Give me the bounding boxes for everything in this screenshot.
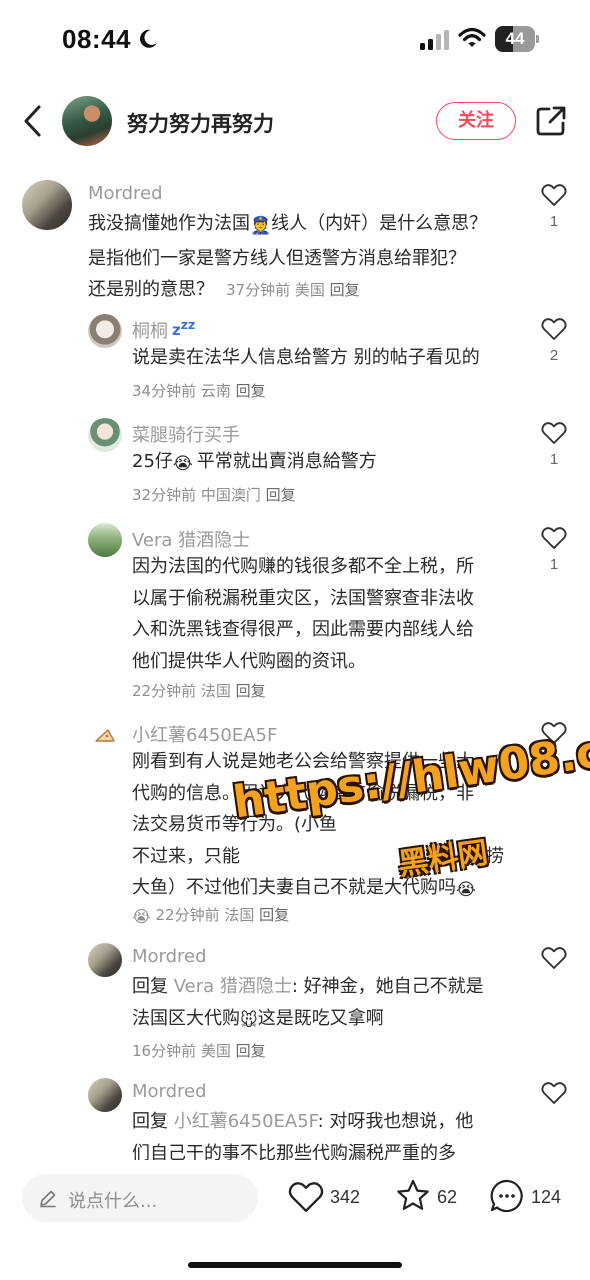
comment-author[interactable]: Vera 猎酒隐士: [132, 526, 250, 552]
like-button[interactable]: 1: [540, 421, 568, 468]
heart-icon: [541, 527, 567, 549]
comment-meta: 37分钟前 美国: [226, 281, 325, 299]
collect-count: 62: [437, 1187, 458, 1207]
avatar[interactable]: [88, 418, 122, 452]
comment-author[interactable]: 桐桐 zzz: [132, 317, 195, 343]
avatar[interactable]: [88, 1078, 122, 1112]
back-icon[interactable]: [20, 104, 46, 138]
comment-meta-row: 22分钟前 法国 回复: [132, 682, 266, 700]
comment-author[interactable]: Mordred: [132, 1081, 207, 1102]
author-name[interactable]: 努力努力再努力: [127, 108, 274, 138]
status-bar: 08:44 44: [0, 0, 590, 80]
avatar[interactable]: [88, 718, 122, 752]
like-count: 342: [330, 1187, 361, 1207]
comment-meta-row: 32分钟前 中国澳门 回复: [132, 486, 296, 504]
crying-emoji: 😭: [172, 454, 193, 474]
heart-icon: [541, 318, 567, 340]
post-header: 努力努力再努力 关注: [0, 88, 590, 154]
comment-author[interactable]: 菜腿骑行买手: [132, 421, 240, 447]
home-indicator[interactable]: [188, 1262, 402, 1268]
comment-meta-row: 16分钟前 美国 回复: [132, 1042, 266, 1060]
wifi-icon: [458, 27, 486, 47]
share-icon[interactable]: [534, 104, 568, 138]
signal-icon: [420, 30, 449, 50]
reply-button[interactable]: 回复: [236, 382, 266, 400]
comment-text[interactable]: 我没搞懂她作为法国👮线人（内奸）是什么意思？ 是指他们一家是警方线人但透警方消息…: [88, 208, 487, 307]
comment-meta-row: 😭 22分钟前 法国 回复: [132, 906, 290, 926]
like-count: 2: [549, 347, 559, 364]
status-time: 08:44: [62, 24, 131, 54]
heart-icon: [541, 947, 567, 969]
moon-icon: [140, 29, 157, 48]
reply-button[interactable]: 回复: [236, 1042, 266, 1060]
comment-count: 124: [531, 1187, 562, 1207]
bottom-bar: 说点什么... 342 62 124: [0, 1160, 590, 1240]
star-icon: [397, 1179, 429, 1210]
reply-button[interactable]: 回复: [330, 281, 360, 299]
reply-button[interactable]: 回复: [266, 486, 296, 504]
avatar[interactable]: [88, 943, 122, 977]
comment-author[interactable]: 小红薯6450EA5F: [132, 721, 277, 747]
heart-icon: [541, 184, 567, 206]
mouse-emoji: 🐭: [240, 1010, 258, 1031]
police-emoji: 👮: [250, 216, 272, 236]
crying-emoji: 😭: [456, 880, 476, 900]
heart-icon: [288, 1182, 324, 1213]
like-count: 1: [549, 213, 559, 230]
quoted-user[interactable]: 小红薯6450EA5F: [174, 1111, 318, 1132]
like-button[interactable]: [540, 1081, 568, 1105]
reply-button[interactable]: 回复: [236, 682, 266, 700]
comment-text[interactable]: 说是卖在法华人信息给警方 别的帖子看见的: [132, 342, 480, 374]
comment-icon: [490, 1179, 523, 1213]
comment-stat-button[interactable]: 124: [489, 1178, 569, 1218]
like-button[interactable]: 1: [540, 526, 568, 573]
comment-text[interactable]: 因为法国的代购赚的钱很多都不全上税，所 以属于偷税漏税重灾区，法国警察查非法收 …: [132, 551, 474, 677]
like-stat-button[interactable]: 342: [288, 1178, 370, 1218]
pencil-icon: [40, 1190, 56, 1208]
reply-button[interactable]: 回复: [259, 906, 289, 924]
like-count: 1: [549, 556, 559, 573]
like-button[interactable]: 2: [540, 317, 568, 364]
like-count: 1: [549, 451, 559, 468]
input-placeholder: 说点什么...: [68, 1191, 158, 1212]
comment-text[interactable]: 回复 Vera 猎酒隐士: 好神金，她自己不就是 法国区大代购🐭这是既吃又拿啊: [132, 971, 484, 1037]
comment-text[interactable]: 刚看到有人说是她老公会给警察提供一些大 代购的信息。因为大代购会有偷税漏税，非 …: [132, 746, 504, 907]
avatar[interactable]: [88, 314, 122, 348]
like-button[interactable]: 1: [540, 183, 568, 230]
heart-icon: [541, 1082, 567, 1104]
avatar[interactable]: [22, 180, 72, 230]
quoted-user[interactable]: Vera 猎酒隐士: [174, 976, 292, 997]
heart-icon: [541, 722, 567, 744]
battery-icon: 44: [495, 26, 539, 52]
like-button[interactable]: [540, 946, 568, 970]
heart-icon: [541, 422, 567, 444]
comment-text[interactable]: 25仔😭 平常就出賣消息給警方: [132, 446, 377, 481]
avatar[interactable]: [88, 523, 122, 557]
comment-author[interactable]: Mordred: [132, 946, 207, 967]
like-button[interactable]: [540, 721, 568, 745]
follow-button[interactable]: 关注: [436, 102, 516, 140]
comment-meta-row: 34分钟前 云南 回复: [132, 382, 266, 400]
author-avatar[interactable]: [62, 96, 112, 146]
comment-author[interactable]: Mordred: [88, 183, 163, 204]
crying-emoji: 😭: [132, 907, 151, 926]
cake-emoji: [95, 729, 115, 742]
collect-stat-button[interactable]: 62: [395, 1178, 465, 1218]
sleep-badge-icon: zzz: [172, 317, 196, 339]
comment-input[interactable]: 说点什么...: [22, 1174, 258, 1222]
